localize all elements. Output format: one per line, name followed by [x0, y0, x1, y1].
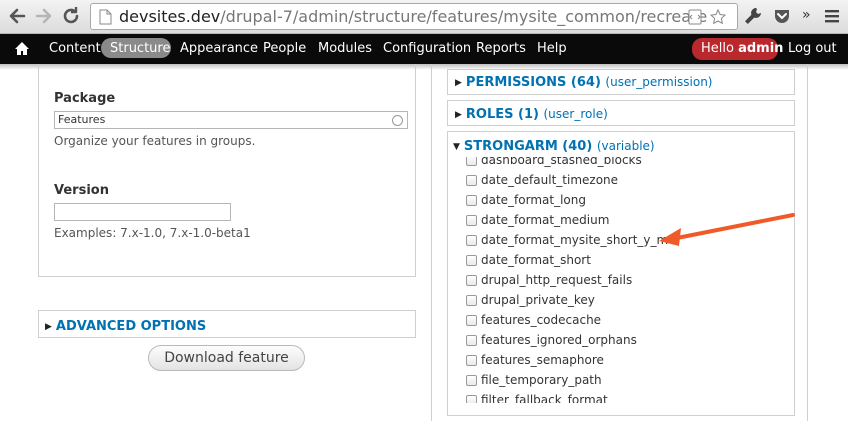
logout-link[interactable]: Log out: [788, 40, 837, 58]
admin-toolbar: Content Structure Appearance People Modu…: [0, 34, 848, 64]
reload-icon[interactable]: [60, 5, 82, 27]
package-value: Features: [58, 113, 106, 126]
wrench-icon[interactable]: [743, 6, 763, 26]
toolbar-item-people[interactable]: People: [263, 40, 306, 58]
checkbox[interactable]: [466, 275, 477, 286]
toolbar-item-appearance[interactable]: Appearance: [180, 40, 258, 58]
checkbox-label: date_format_short: [481, 253, 591, 267]
checkbox-label: file_temporary_path: [481, 373, 602, 387]
url-path: /drupal-7/admin/structure/features/mysit…: [220, 7, 708, 26]
checkbox[interactable]: [466, 235, 477, 246]
autocomplete-throbber-icon: [392, 115, 403, 126]
checkbox-label: date_format_medium: [481, 213, 610, 227]
checkbox[interactable]: [466, 175, 477, 186]
url-text[interactable]: devsites.dev/drupal-7/admin/structure/fe…: [119, 7, 707, 27]
checkbox-label: features_semaphore: [481, 353, 604, 367]
home-icon[interactable]: [14, 41, 30, 56]
star-icon[interactable]: [709, 8, 727, 25]
checkbox-label: date_default_timezone: [481, 173, 619, 187]
toolbar-item-reports[interactable]: Reports: [476, 40, 526, 58]
variable-checkbox-list[interactable]: dashboard_stashed_blocks date_default_ti…: [463, 157, 783, 403]
checkbox-label: filter_fallback_format: [481, 393, 608, 403]
checkbox[interactable]: [466, 215, 477, 226]
triangle-right-icon: ▶: [45, 322, 52, 332]
checkbox[interactable]: [466, 195, 477, 206]
forward-arrow-icon[interactable]: [33, 5, 55, 27]
strongarm-legend[interactable]: ▼ STRONGARM (40) (variable): [453, 139, 655, 154]
advanced-options-label: ADVANCED OPTIONS: [55, 319, 207, 334]
download-feature-button[interactable]: Download feature: [148, 345, 305, 371]
checkbox[interactable]: [466, 255, 477, 266]
browser-chrome: devsites.dev/drupal-7/admin/structure/fe…: [0, 0, 848, 34]
hello-prefix: Hello: [701, 41, 739, 56]
overflow-chevron[interactable]: »: [802, 6, 811, 24]
toolbar-item-structure[interactable]: Structure: [110, 40, 170, 58]
advanced-options-legend[interactable]: ▶ ADVANCED OPTIONS: [45, 319, 206, 334]
hello-user-label[interactable]: Hello admin: [701, 40, 783, 58]
address-bar[interactable]: devsites.dev/drupal-7/admin/structure/fe…: [90, 3, 738, 30]
checkbox[interactable]: [466, 157, 477, 166]
package-label: Package: [54, 91, 116, 106]
triangle-right-icon: ▶: [455, 78, 462, 88]
package-description: Organize your features in groups.: [54, 134, 256, 148]
checkbox[interactable]: [466, 335, 477, 346]
reader-icon[interactable]: [687, 9, 703, 25]
triangle-right-icon: ▶: [455, 110, 462, 120]
checkbox-label: features_ignored_orphans: [481, 333, 637, 347]
strongarm-label: STRONGARM (40): [463, 139, 593, 154]
checkbox-label: drupal_private_key: [481, 293, 595, 307]
toolbar-item-help[interactable]: Help: [537, 40, 567, 58]
toolbar-item-modules[interactable]: Modules: [318, 40, 372, 58]
page-icon: [99, 9, 112, 25]
username: admin: [738, 41, 784, 56]
checkbox[interactable]: [466, 295, 477, 306]
permissions-label: PERMISSIONS (64): [465, 75, 601, 90]
url-host: devsites.dev: [119, 7, 221, 26]
checkbox[interactable]: [466, 375, 477, 386]
triangle-down-icon: ▼: [453, 142, 460, 152]
toolbar-item-content[interactable]: Content: [49, 40, 101, 58]
version-label: Version: [54, 183, 109, 198]
toolbar-item-configuration[interactable]: Configuration: [383, 40, 471, 58]
checkbox-label: drupal_http_request_fails: [481, 273, 633, 287]
annotation-arrow-icon: [659, 213, 795, 246]
checkbox-label: dashboard_stashed_blocks: [481, 157, 642, 167]
checkbox-label: features_codecache: [481, 313, 602, 327]
checkbox-label: date_format_mysite_short_y_m: [481, 233, 669, 247]
pocket-icon[interactable]: [772, 6, 792, 26]
checkbox[interactable]: [466, 315, 477, 326]
menu-icon[interactable]: [822, 6, 842, 26]
roles-machine-name: (user_role): [543, 107, 608, 121]
permissions-machine-name: (user_permission): [605, 75, 713, 89]
roles-legend[interactable]: ▶ ROLES (1) (user_role): [455, 107, 608, 122]
version-input[interactable]: [54, 203, 231, 221]
version-description: Examples: 7.x-1.0, 7.x-1.0-beta1: [54, 226, 251, 240]
roles-label: ROLES (1): [465, 107, 539, 122]
package-input[interactable]: Features: [54, 111, 408, 129]
checkbox[interactable]: [466, 355, 477, 366]
permissions-legend[interactable]: ▶ PERMISSIONS (64) (user_permission): [455, 75, 713, 90]
back-arrow-icon[interactable]: [6, 5, 28, 27]
strongarm-machine-name: (variable): [596, 139, 655, 153]
checkbox[interactable]: [466, 395, 477, 403]
checkbox-label: date_format_long: [481, 193, 586, 207]
